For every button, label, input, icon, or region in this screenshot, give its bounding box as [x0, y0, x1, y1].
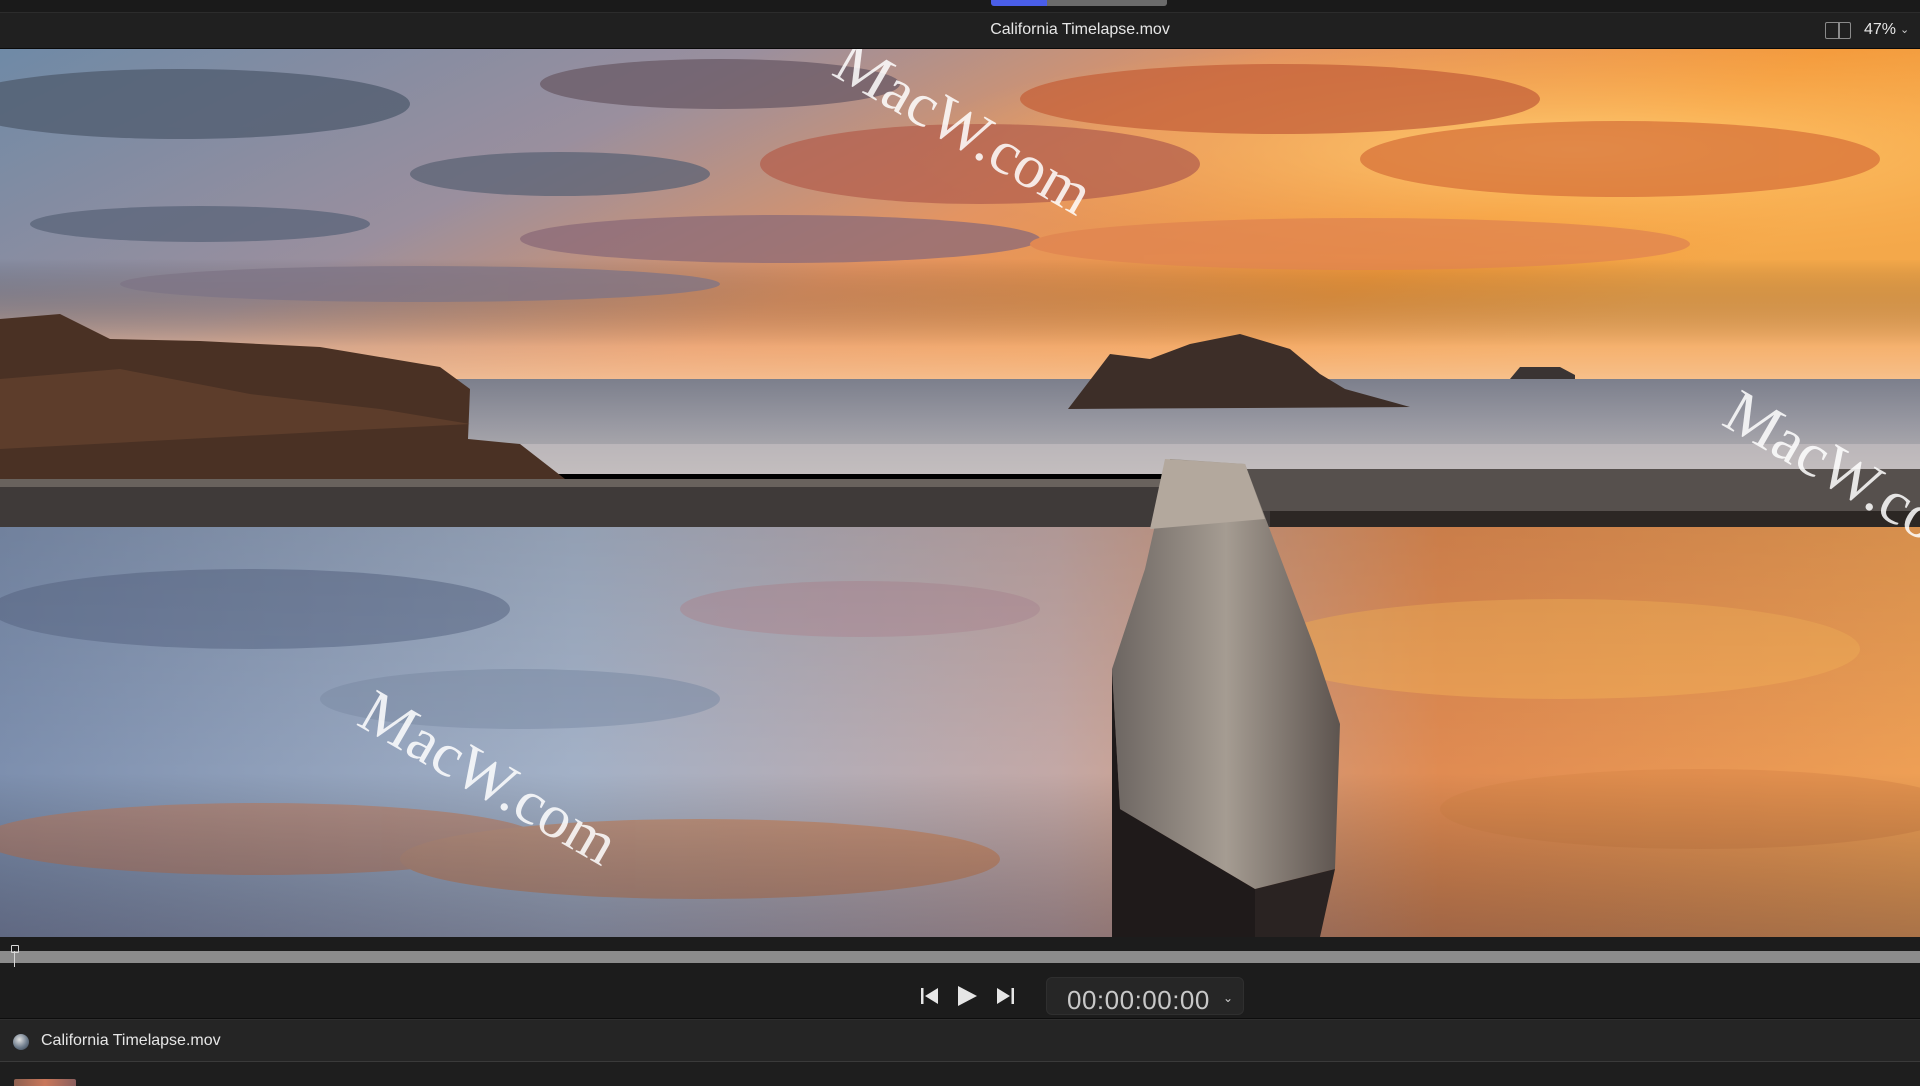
timeline-header: California Timelapse.mov	[0, 1019, 1920, 1061]
mode-segmented-control[interactable]	[991, 0, 1167, 6]
mode-segment-active[interactable]	[991, 0, 1047, 6]
chevron-down-icon[interactable]: ⌄	[1900, 23, 1909, 36]
video-frame: MacW.com MacW.com MacW.com	[0, 49, 1920, 937]
viewer-clip-title: California Timelapse.mov	[990, 21, 1170, 38]
clip-icon	[13, 1034, 29, 1050]
skip-forward-icon	[997, 988, 1014, 1004]
window-top-edge	[0, 0, 1920, 13]
timecode-value: 00:00:00:00	[1067, 985, 1210, 1015]
skip-back-icon	[921, 988, 938, 1004]
viewer-toolbar: California Timelapse.mov 47% ⌄	[0, 0, 1920, 49]
fcp-viewer-window: California Timelapse.mov 47% ⌄ MacW.com …	[0, 0, 1920, 1086]
play-button[interactable]	[953, 983, 981, 1009]
timeline-strip[interactable]	[0, 1061, 1920, 1086]
scrubber-bar[interactable]	[0, 937, 1920, 973]
mode-segment-inactive[interactable]	[1047, 0, 1167, 6]
chevron-down-icon[interactable]: ⌄	[1223, 991, 1233, 1005]
timecode-display[interactable]: 00:00:00:00 ⌄	[1046, 977, 1244, 1015]
video-viewer[interactable]: MacW.com MacW.com MacW.com	[0, 49, 1920, 937]
skip-back-button[interactable]	[917, 983, 943, 1009]
transport-controls: 00:00:00:00 ⌄	[0, 973, 1920, 1019]
layout-toggle-icon[interactable]	[1825, 22, 1851, 39]
timeline-clip-title: California Timelapse.mov	[41, 1032, 221, 1049]
play-icon	[958, 986, 977, 1006]
playhead-handle[interactable]	[8, 945, 19, 967]
scrubber-track[interactable]	[0, 951, 1920, 963]
zoom-level[interactable]: 47%	[1864, 21, 1896, 39]
skip-forward-button[interactable]	[992, 983, 1018, 1009]
clip-thumbnail[interactable]	[14, 1079, 76, 1086]
